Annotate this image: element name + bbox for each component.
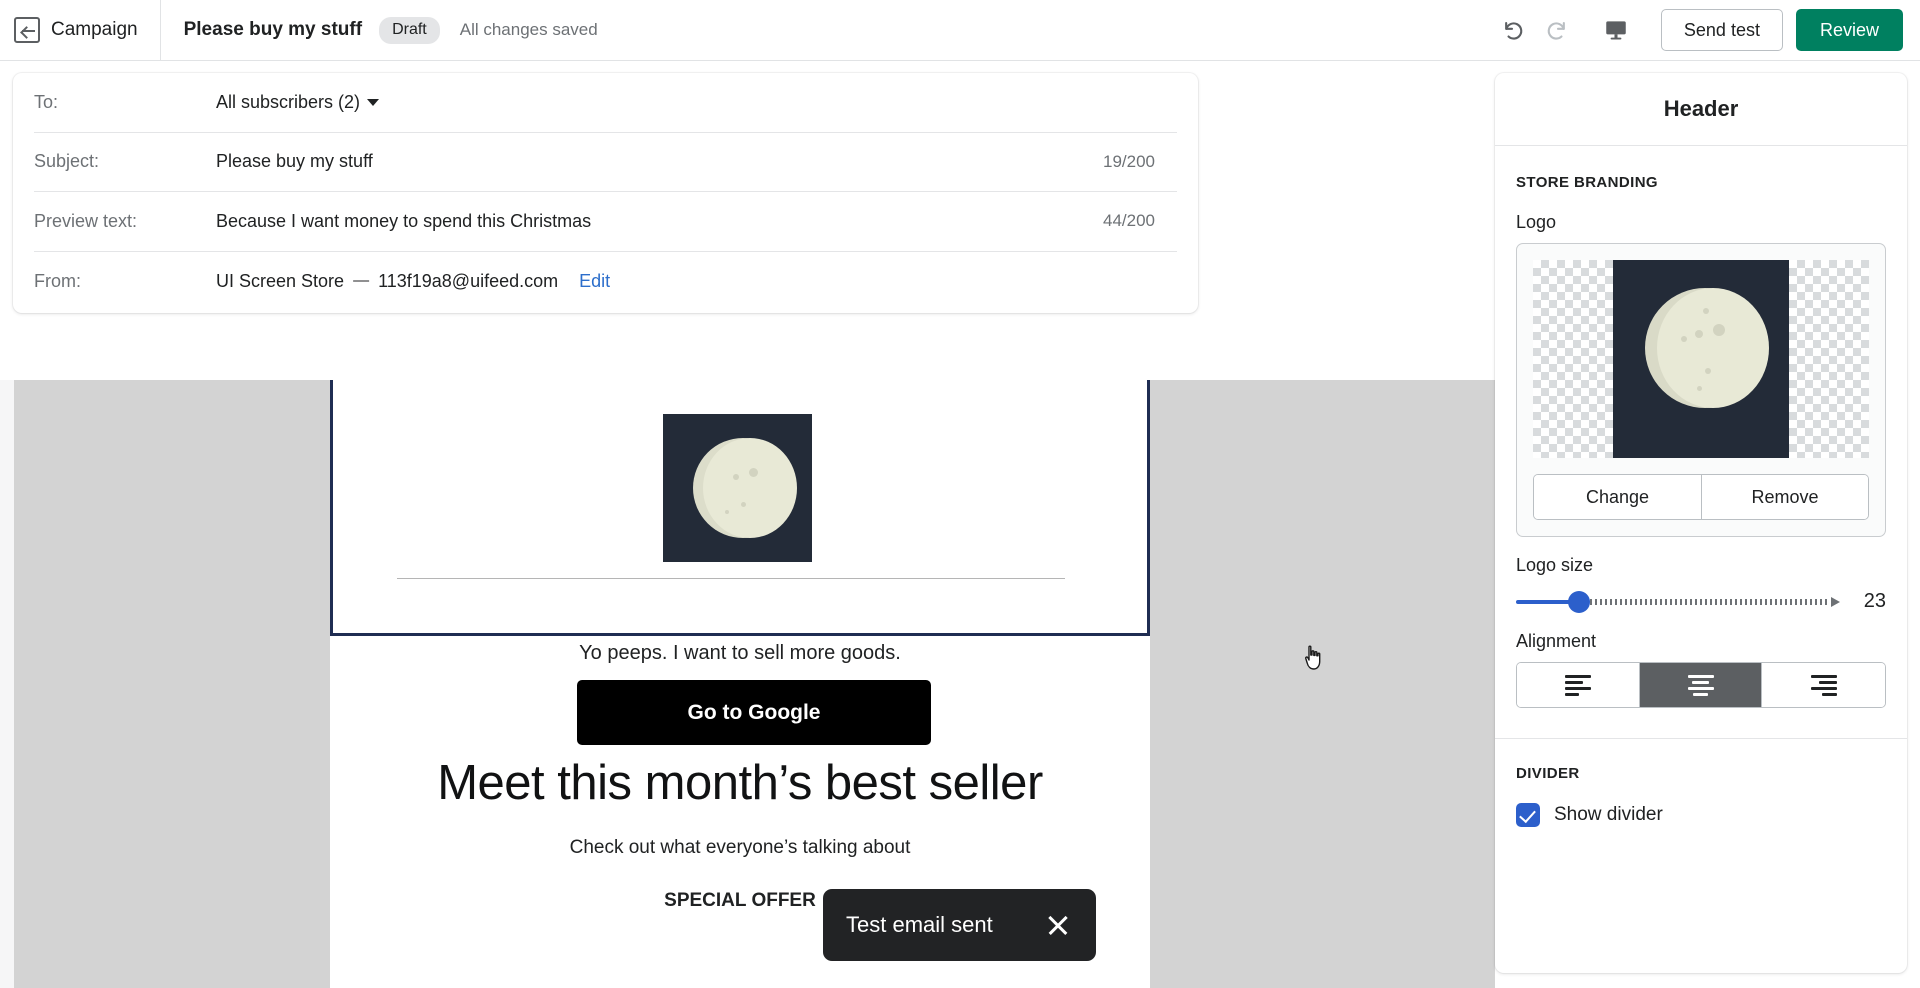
logo-action-buttons: Change Remove [1533, 474, 1869, 520]
logo-size-slider[interactable] [1516, 590, 1840, 613]
alignment-center-button[interactable] [1639, 663, 1763, 707]
email-header-divider [397, 578, 1065, 579]
logo-size-control: 23 [1516, 590, 1886, 613]
from-separator: — [353, 272, 370, 290]
logo-field-label: Logo [1516, 212, 1557, 232]
document-title-group: Please buy my stuff Draft All changes sa… [161, 16, 598, 44]
slider-end-arrow-icon [1831, 596, 1840, 607]
mouse-cursor-pointer-icon [1305, 645, 1321, 670]
logo-transparency-backdrop [1533, 260, 1869, 458]
subject-counter: 19/200 [1103, 151, 1155, 171]
status-badge: Draft [379, 16, 440, 44]
email-heading[interactable]: Meet this month’s best seller [330, 755, 1150, 811]
subject-label: Subject: [34, 151, 100, 172]
recipients-value: All subscribers (2) [216, 91, 361, 112]
logo-upload-well: Change Remove [1516, 243, 1886, 537]
align-right-icon [1810, 674, 1837, 696]
from-row: From: UI Screen Store — 113f19a8@uifeed.… [34, 252, 1177, 312]
recipients-row[interactable]: To: All subscribers (2) [34, 73, 1177, 133]
store-branding-section-label: STORE BRANDING [1516, 174, 1658, 191]
divider-section-label: DIVIDER [1516, 765, 1580, 782]
redo-button[interactable] [1535, 7, 1581, 53]
page-title: Please buy my stuff [183, 19, 363, 40]
close-icon[interactable] [1043, 910, 1073, 940]
toast-notification: Test email sent [823, 889, 1096, 961]
align-center-icon [1687, 674, 1714, 696]
preview-text-input[interactable]: Because I want money to spend this Chris… [216, 211, 591, 232]
header-settings-panel: Header STORE BRANDING Logo Change Remove… [1495, 73, 1907, 973]
logo-remove-button[interactable]: Remove [1701, 475, 1868, 519]
divider-section: DIVIDER Show divider [1495, 738, 1907, 827]
save-status-text: All changes saved [459, 20, 598, 39]
preview-text-row[interactable]: Preview text: Because I want money to sp… [34, 192, 1177, 252]
from-email: 113f19a8@uifeed.com [378, 270, 559, 291]
recipients-label: To: [34, 91, 59, 112]
from-label: From: [34, 270, 81, 291]
show-divider-label: Show divider [1554, 804, 1663, 825]
panel-title: Header [1495, 73, 1907, 146]
subject-input[interactable]: Please buy my stuff [216, 151, 373, 172]
align-left-icon [1564, 674, 1591, 696]
slider-remaining-track [1575, 599, 1828, 605]
slider-thumb[interactable] [1568, 590, 1590, 613]
email-header-block-selected[interactable] [330, 380, 1150, 636]
toast-message: Test email sent [846, 912, 993, 937]
desktop-preview-button[interactable] [1593, 7, 1639, 53]
alignment-left-button[interactable] [1517, 663, 1640, 707]
show-divider-checkbox[interactable] [1516, 803, 1540, 827]
email-logo-image[interactable] [663, 414, 812, 562]
arrow-left-boxed-icon [14, 17, 40, 43]
logo-size-label: Logo size [1516, 555, 1594, 575]
alignment-button-group [1516, 662, 1886, 708]
show-divider-row[interactable]: Show divider [1516, 803, 1886, 827]
slider-filled-track [1516, 600, 1575, 604]
logo-size-value: 23 [1863, 590, 1886, 612]
logo-change-button[interactable]: Change [1534, 475, 1701, 519]
email-preview-canvas[interactable]: Yo peeps. I want to sell more goods. Go … [0, 380, 1495, 988]
preview-text-counter: 44/200 [1103, 211, 1155, 231]
chevron-down-icon[interactable] [367, 98, 380, 106]
from-edit-link[interactable]: Edit [579, 271, 610, 292]
undo-icon [1505, 21, 1523, 40]
review-button[interactable]: Review [1795, 9, 1903, 51]
email-subtext[interactable]: Check out what everyone’s talking about [330, 837, 1150, 859]
from-store-name: UI Screen Store [216, 270, 345, 291]
back-button-label: Campaign [51, 19, 138, 40]
alignment-label: Alignment [1516, 631, 1597, 651]
send-test-button[interactable]: Send test [1660, 9, 1783, 51]
campaign-settings-card: To: All subscribers (2) Subject: Please … [13, 73, 1198, 313]
email-tagline[interactable]: Yo peeps. I want to sell more goods. [330, 642, 1150, 665]
panel-body: STORE BRANDING Logo Change Remove Logo s… [1495, 146, 1907, 827]
toolbar-actions: Send test Review [1489, 7, 1920, 53]
alignment-right-button[interactable] [1762, 663, 1885, 707]
email-cta-button[interactable]: Go to Google [577, 680, 931, 745]
preview-text-label: Preview text: [34, 210, 138, 231]
desktop-monitor-icon [1606, 21, 1626, 40]
canvas-left-gutter [0, 380, 14, 988]
undo-button[interactable] [1489, 7, 1535, 53]
subject-row[interactable]: Subject: Please buy my stuff 19/200 [34, 133, 1177, 192]
back-to-campaign-button[interactable]: Campaign [0, 0, 161, 61]
redo-icon [1547, 21, 1565, 40]
app-toolbar: Campaign Please buy my stuff Draft All c… [0, 0, 1920, 61]
logo-thumbnail [1613, 260, 1789, 458]
